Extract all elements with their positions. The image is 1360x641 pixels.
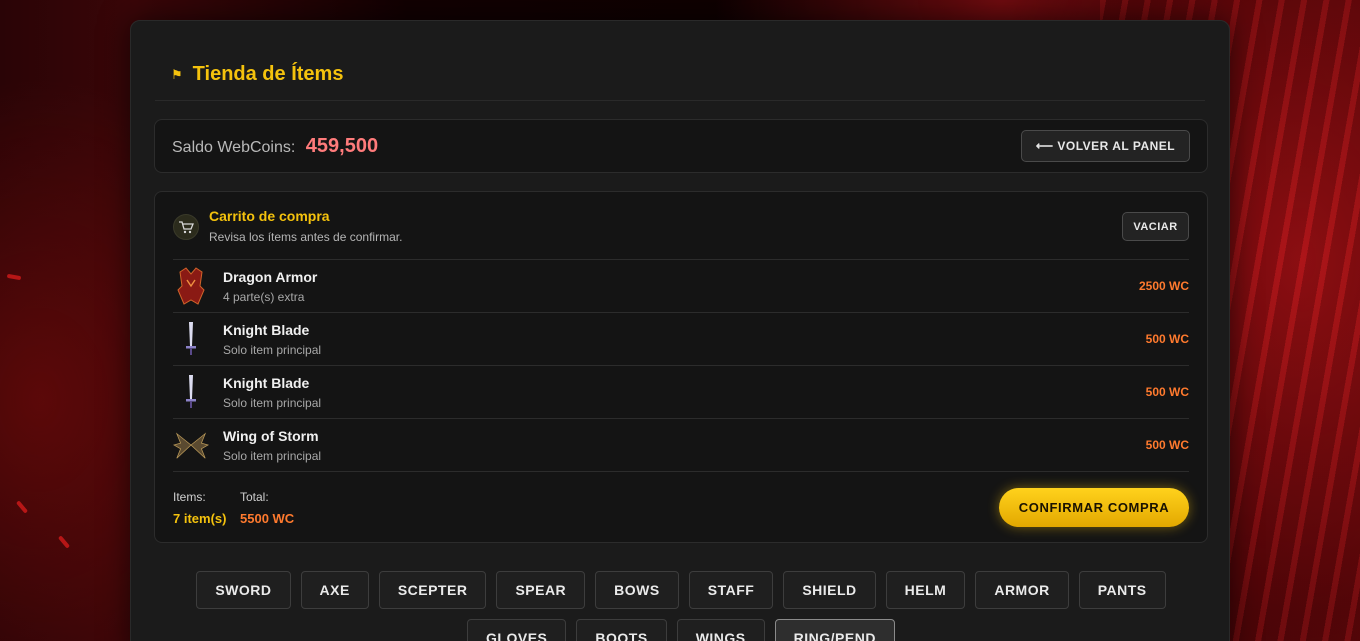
category-wings[interactable]: WINGS bbox=[676, 619, 765, 641]
category-helm[interactable]: HELM bbox=[885, 571, 966, 609]
category-bows[interactable]: BOWS bbox=[595, 571, 679, 609]
items-label: Items: bbox=[173, 490, 206, 504]
cart-title: Carrito de compra bbox=[209, 208, 330, 224]
cart-item-price: 500 WC bbox=[1145, 438, 1189, 452]
confirm-purchase-button[interactable]: CONFIRMAR COMPRA bbox=[999, 488, 1189, 527]
total-label: Total: bbox=[240, 490, 269, 504]
cart-item-info: Knight Blade Solo item principal bbox=[223, 322, 321, 357]
cart-item: Knight Blade Solo item principal 500 WC bbox=[173, 366, 1189, 419]
total-value: 5500 WC bbox=[240, 511, 295, 526]
category-sword[interactable]: SWORD bbox=[196, 571, 291, 609]
cart-items-list: Dragon Armor 4 parte(s) extra 2500 WC Kn… bbox=[173, 259, 1189, 472]
category-staff[interactable]: STAFF bbox=[688, 571, 774, 609]
cart-item-note: Solo item principal bbox=[223, 448, 322, 463]
background-ember bbox=[57, 535, 71, 549]
cart-item-note: Solo item principal bbox=[223, 342, 322, 357]
cart-item-name: Knight Blade bbox=[223, 374, 310, 391]
page-title: Tienda de Ítems bbox=[192, 63, 344, 85]
category-row: SWORD AXE SCEPTER SPEAR BOWS STAFF SHIEL… bbox=[131, 571, 1231, 609]
sword-icon bbox=[173, 319, 209, 359]
category-spear[interactable]: SPEAR bbox=[496, 571, 586, 609]
category-filter: SWORD AXE SCEPTER SPEAR BOWS STAFF SHIEL… bbox=[131, 571, 1231, 641]
cart-header: Carrito de compra Revisa los ítems antes… bbox=[173, 208, 1189, 258]
balance-amount: 459,500 bbox=[305, 134, 379, 157]
shopping-cart: Carrito de compra Revisa los ítems antes… bbox=[154, 191, 1208, 543]
balance-label: Saldo WebCoins: bbox=[172, 138, 296, 156]
cart-item: Wing of Storm Solo item principal 500 WC bbox=[173, 419, 1189, 472]
cart-item-name: Wing of Storm bbox=[223, 427, 319, 444]
cart-item-note: 4 parte(s) extra bbox=[223, 289, 305, 304]
category-scepter[interactable]: SCEPTER bbox=[378, 571, 487, 609]
dragon-armor-icon bbox=[173, 266, 209, 306]
items-count: 7 item(s) bbox=[173, 511, 227, 526]
cart-item-note: Solo item principal bbox=[223, 395, 322, 410]
category-armor[interactable]: ARMOR bbox=[975, 571, 1069, 609]
category-row: GLOVES BOOTS WINGS RING/PEND bbox=[131, 619, 1231, 641]
background-ember bbox=[6, 273, 22, 281]
cart-item: Knight Blade Solo item principal 500 WC bbox=[173, 313, 1189, 366]
cart-icon bbox=[173, 214, 199, 240]
items-summary: Items: 7 item(s) bbox=[173, 490, 226, 526]
cart-item-info: Knight Blade Solo item principal bbox=[223, 375, 321, 410]
cart-item-price: 500 WC bbox=[1145, 332, 1189, 346]
cart-footer: Items: 7 item(s) Total: 5500 WC CONFIRMA… bbox=[173, 488, 1189, 532]
category-ring-pend[interactable]: RING/PEND bbox=[774, 619, 895, 641]
empty-cart-button[interactable]: VACIAR bbox=[1122, 212, 1189, 241]
cart-titles: Carrito de compra Revisa los ítems antes… bbox=[209, 208, 402, 244]
balance-bar: Saldo WebCoins: 459,500 ⟵ VOLVER AL PANE… bbox=[154, 119, 1208, 173]
cart-item-name: Knight Blade bbox=[223, 321, 310, 338]
cart-item-info: Wing of Storm Solo item principal bbox=[223, 428, 321, 463]
balance-info: Saldo WebCoins: 459,500 bbox=[172, 135, 378, 158]
shop-header: ⚑ Tienda de Ítems bbox=[155, 49, 1205, 101]
cart-item-name: Dragon Armor bbox=[223, 268, 318, 285]
category-gloves[interactable]: GLOVES bbox=[467, 619, 567, 641]
category-shield[interactable]: SHIELD bbox=[783, 571, 876, 609]
cart-item-price: 500 WC bbox=[1145, 385, 1189, 399]
cart-item: Dragon Armor 4 parte(s) extra 2500 WC bbox=[173, 260, 1189, 313]
category-pants[interactable]: PANTS bbox=[1078, 571, 1166, 609]
flag-icon: ⚑ bbox=[171, 66, 183, 82]
wings-icon bbox=[173, 425, 209, 465]
cart-item-info: Dragon Armor 4 parte(s) extra bbox=[223, 269, 317, 304]
cart-item-price: 2500 WC bbox=[1138, 279, 1189, 293]
category-axe[interactable]: AXE bbox=[300, 571, 369, 609]
shop-panel: ⚑ Tienda de Ítems Saldo WebCoins: 459,50… bbox=[130, 20, 1230, 641]
cart-subtitle: Revisa los ítems antes de confirmar. bbox=[209, 230, 403, 244]
total-summary: Total: 5500 WC bbox=[240, 490, 294, 526]
back-to-panel-button[interactable]: ⟵ VOLVER AL PANEL bbox=[1021, 130, 1190, 162]
sword-icon bbox=[173, 372, 209, 412]
category-boots[interactable]: BOOTS bbox=[576, 619, 667, 641]
background-ember bbox=[15, 500, 29, 514]
